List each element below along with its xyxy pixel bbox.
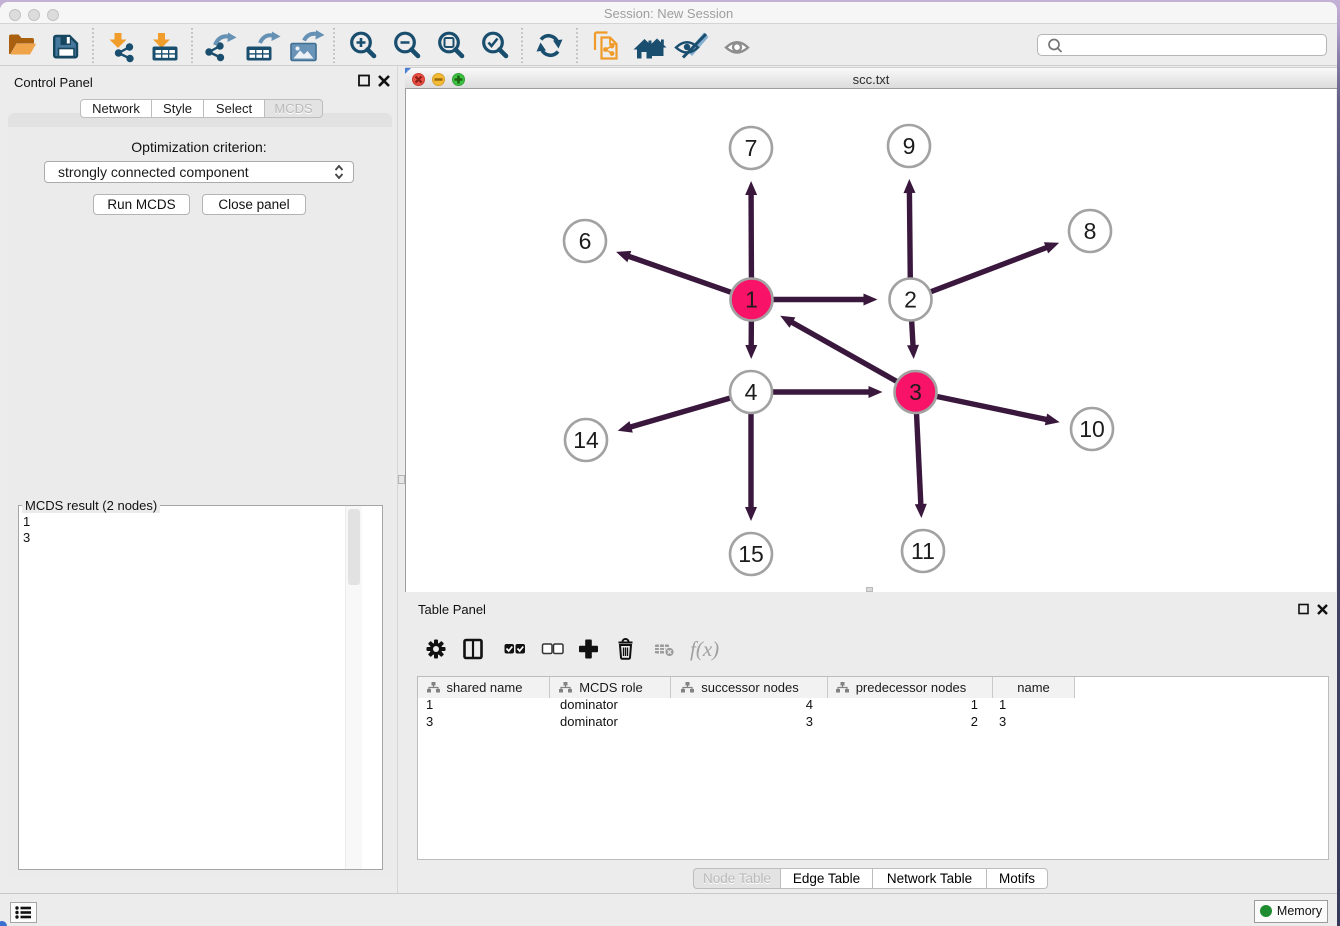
svg-text:14: 14 [573,427,599,453]
svg-text:4: 4 [745,379,758,405]
svg-text:2: 2 [904,287,917,313]
svg-text:8: 8 [1084,218,1097,244]
svg-text:1: 1 [745,287,758,313]
svg-text:9: 9 [903,133,916,159]
svg-text:6: 6 [579,228,592,254]
svg-text:3: 3 [909,379,922,405]
svg-text:10: 10 [1079,416,1105,442]
svg-text:f(x): f(x) [690,637,719,661]
svg-text:15: 15 [738,541,764,567]
svg-text:7: 7 [745,135,758,161]
svg-text:11: 11 [911,538,935,564]
